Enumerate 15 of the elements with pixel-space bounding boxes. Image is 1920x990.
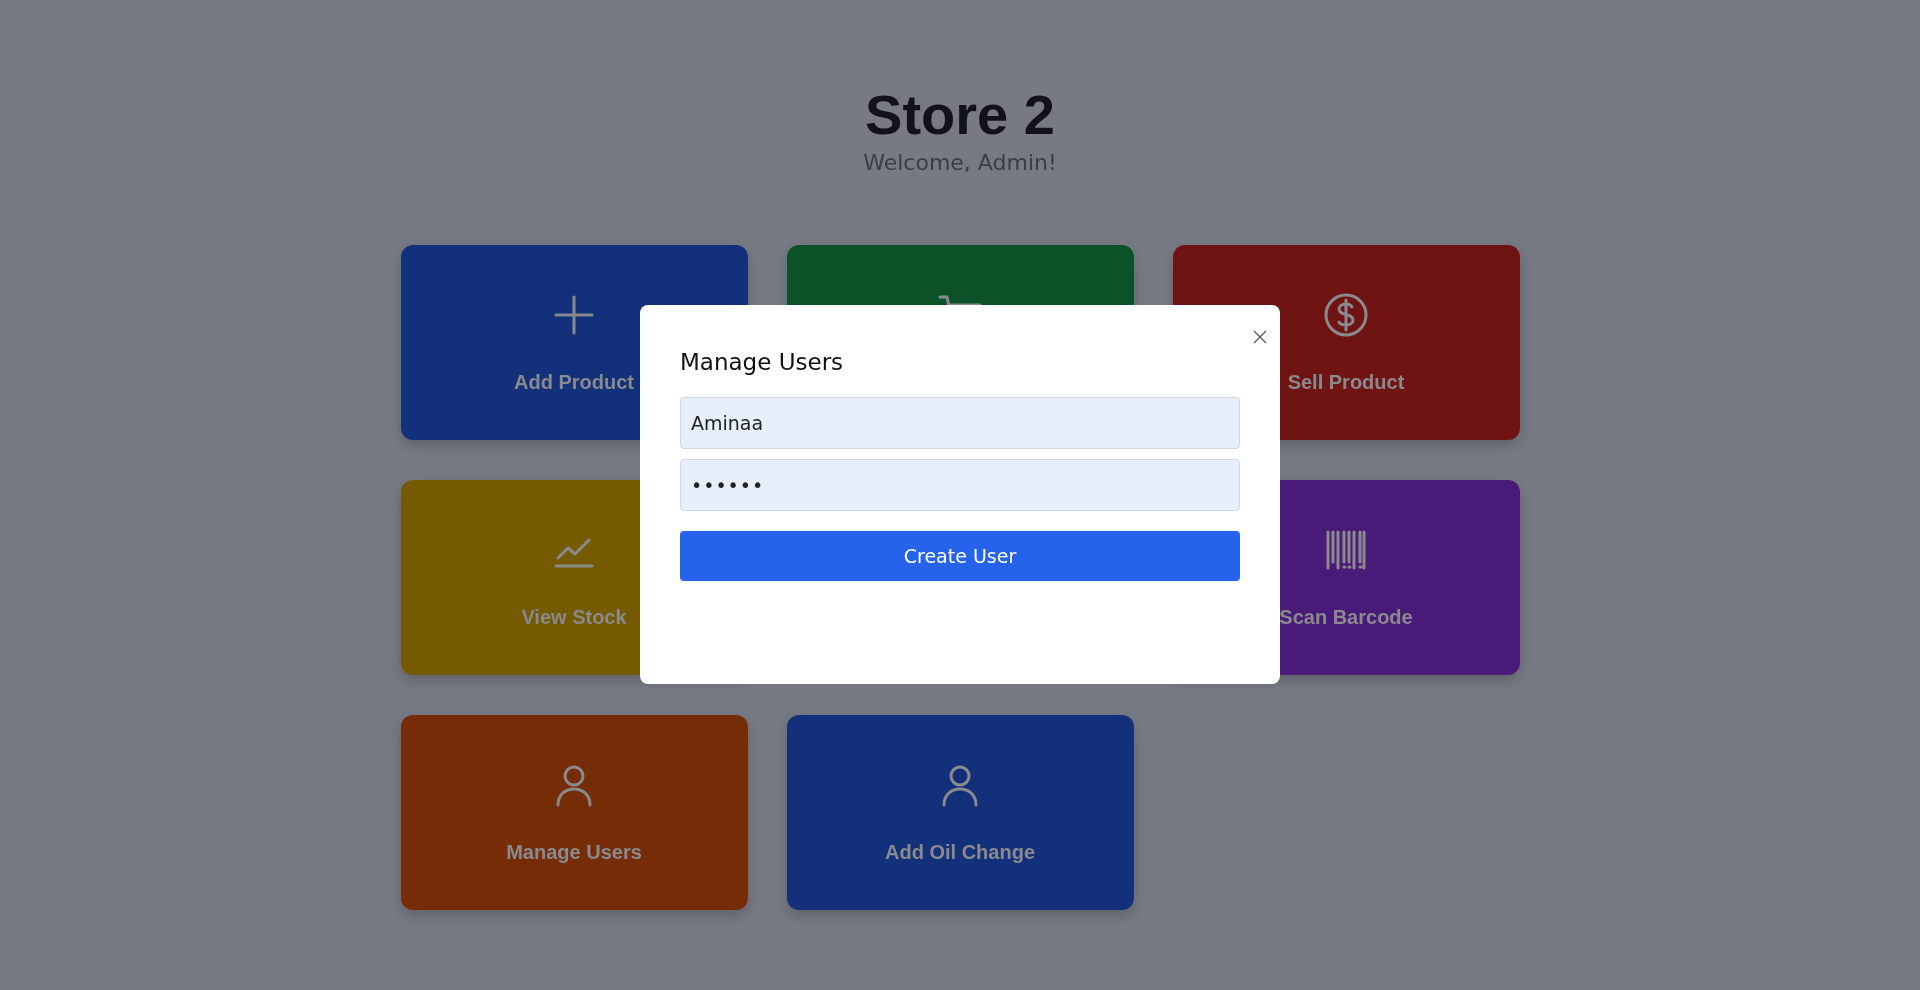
card-label: Add Oil Change (885, 841, 1035, 864)
action-card[interactable]: Add Oil Change (786, 715, 1134, 910)
close-icon[interactable] (1252, 329, 1268, 345)
card-label: Scan Barcode (1279, 606, 1413, 629)
dollar-icon (1322, 291, 1370, 339)
card-label: View Stock (521, 606, 627, 629)
action-card[interactable]: Manage Users (400, 715, 748, 910)
card-label: Sell Product (1287, 371, 1405, 394)
card-label: Add Product (514, 371, 634, 394)
welcome-text: Welcome, Admin! (863, 150, 1057, 175)
page-title: Store 2 (865, 82, 1055, 148)
password-field[interactable]: •••••• (680, 459, 1240, 511)
username-field[interactable]: Aminaa (680, 397, 1240, 449)
create-user-button[interactable]: Create User (680, 531, 1240, 581)
card-label: Manage Users (506, 841, 642, 864)
